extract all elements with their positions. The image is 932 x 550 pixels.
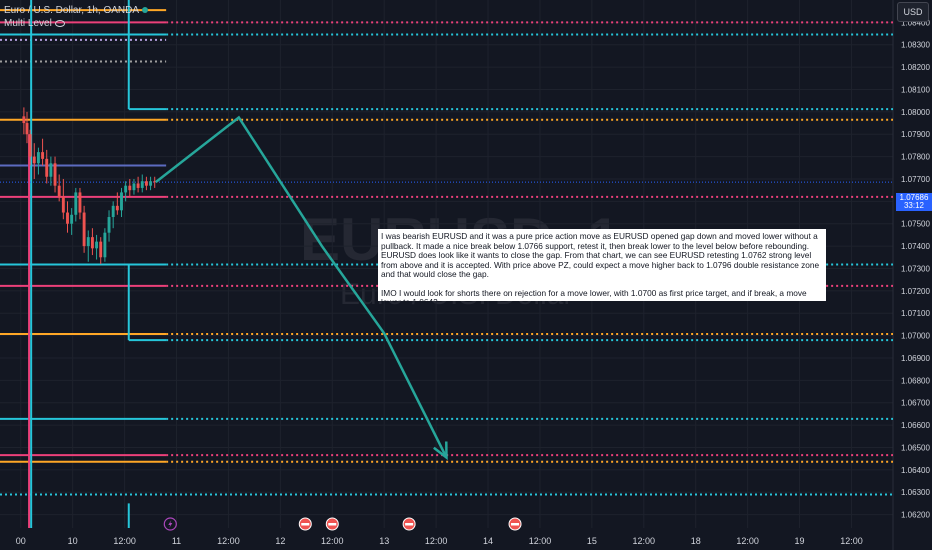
candle-body (90, 237, 94, 249)
symbol-title[interactable]: Euro / U.S. Dollar, 1h, OANDA (4, 5, 139, 16)
candle-body (25, 123, 29, 135)
time-tick-label: 14 (483, 536, 493, 546)
text-note[interactable]: I was bearish EURUSD and it was a pure p… (378, 229, 826, 301)
candle-body (74, 192, 78, 215)
candle-body (22, 116, 26, 124)
time-tick-label: 12:00 (840, 536, 863, 546)
market-open-icon (142, 7, 149, 14)
time-tick-label: 12:00 (736, 536, 759, 546)
price-tick-label: 1.06700 (901, 399, 930, 408)
candle-body (120, 192, 123, 211)
candle-body (86, 237, 90, 247)
price-tick-label: 1.06600 (901, 421, 930, 430)
candle-body (78, 192, 82, 213)
price-tick-label: 1.08200 (901, 63, 930, 72)
flag-stripe (405, 523, 414, 526)
time-tick-label: 12 (275, 536, 285, 546)
flag-stripe (328, 523, 337, 526)
eye-icon[interactable] (54, 19, 65, 27)
price-tick-label: 1.07700 (901, 175, 930, 184)
time-tick-label: 12:00 (321, 536, 344, 546)
currency-button[interactable]: USD (897, 2, 929, 22)
time-tick-label: 12:00 (425, 536, 448, 546)
price-tick-label: 1.07100 (901, 309, 930, 318)
flag-stripe (511, 523, 520, 526)
time-tick-label: 12:00 (217, 536, 240, 546)
lightning-icon (168, 520, 173, 528)
candle-body (99, 241, 103, 258)
candle-body (41, 152, 45, 159)
price-tick-label: 1.08000 (901, 108, 930, 117)
time-tick-label: 00 (16, 536, 26, 546)
time-tick-label: 19 (795, 536, 805, 546)
candle-body (95, 241, 99, 249)
time-tick-label: 12:00 (633, 536, 656, 546)
price-tick-label: 1.06400 (901, 466, 930, 475)
price-tick-label: 1.08300 (901, 41, 930, 50)
price-tick-label: 1.07500 (901, 220, 930, 229)
candle-body (103, 232, 107, 258)
candle-body (53, 163, 57, 186)
price-tick-label: 1.07900 (901, 130, 930, 139)
candle-body (45, 158, 49, 177)
time-axis (0, 528, 932, 550)
time-tick-label: 11 (172, 536, 181, 546)
flag-stripe (301, 523, 310, 526)
price-tick-label: 1.06800 (901, 376, 930, 385)
price-tick-label: 1.07800 (901, 153, 930, 162)
note-paragraph-2: IMO I would look for shorts there on rej… (381, 287, 807, 301)
time-tick-label: 10 (68, 536, 78, 546)
price-tick-label: 1.07300 (901, 264, 930, 273)
candle-body (124, 185, 128, 193)
candle-body (132, 183, 136, 191)
candle-body (57, 185, 61, 197)
candle-body (61, 196, 65, 213)
time-tick-label: 15 (587, 536, 597, 546)
candle-body (66, 212, 69, 224)
bar-countdown: 33:12 (903, 201, 925, 210)
price-tick-label: 1.06300 (901, 488, 930, 497)
candle-body (140, 181, 144, 188)
price-tick-label: 1.06900 (901, 354, 930, 363)
candle-body (111, 205, 115, 218)
time-tick-label: 13 (379, 536, 389, 546)
note-paragraph-1: I was bearish EURUSD and it was a pure p… (381, 231, 820, 279)
candle-body (136, 183, 140, 188)
candle-body (144, 181, 148, 186)
candle-body (82, 212, 86, 247)
price-tick-label: 1.07000 (901, 332, 930, 341)
chart-header: Euro / U.S. Dollar, 1h, OANDA Multi Leve… (4, 4, 149, 30)
price-tick-label: 1.07400 (901, 242, 930, 251)
candle-body (32, 156, 36, 164)
price-tick-label: 1.08100 (901, 85, 930, 94)
price-tick-label: 1.06200 (901, 511, 930, 520)
candle-body (107, 217, 111, 233)
time-tick-label: 18 (691, 536, 701, 546)
time-tick-label: 12:00 (529, 536, 552, 546)
candle-body (128, 185, 132, 191)
price-tick-label: 1.07200 (901, 287, 930, 296)
time-tick-label: 12:00 (113, 536, 136, 546)
indicator-title[interactable]: Multi Level (4, 18, 52, 29)
candle-body (115, 205, 119, 211)
price-tick-label: 1.06500 (901, 443, 930, 452)
candle-body (36, 152, 40, 164)
candle-body (49, 163, 53, 177)
current-price-tag: 1.07686 33:12 (896, 193, 932, 211)
candle-body (149, 181, 153, 186)
candle-body (70, 214, 74, 224)
candle-body (28, 134, 32, 157)
chart-area[interactable]: EURUSD, 1 Euro / U.S. Dollar 1.084001.08… (0, 0, 932, 550)
